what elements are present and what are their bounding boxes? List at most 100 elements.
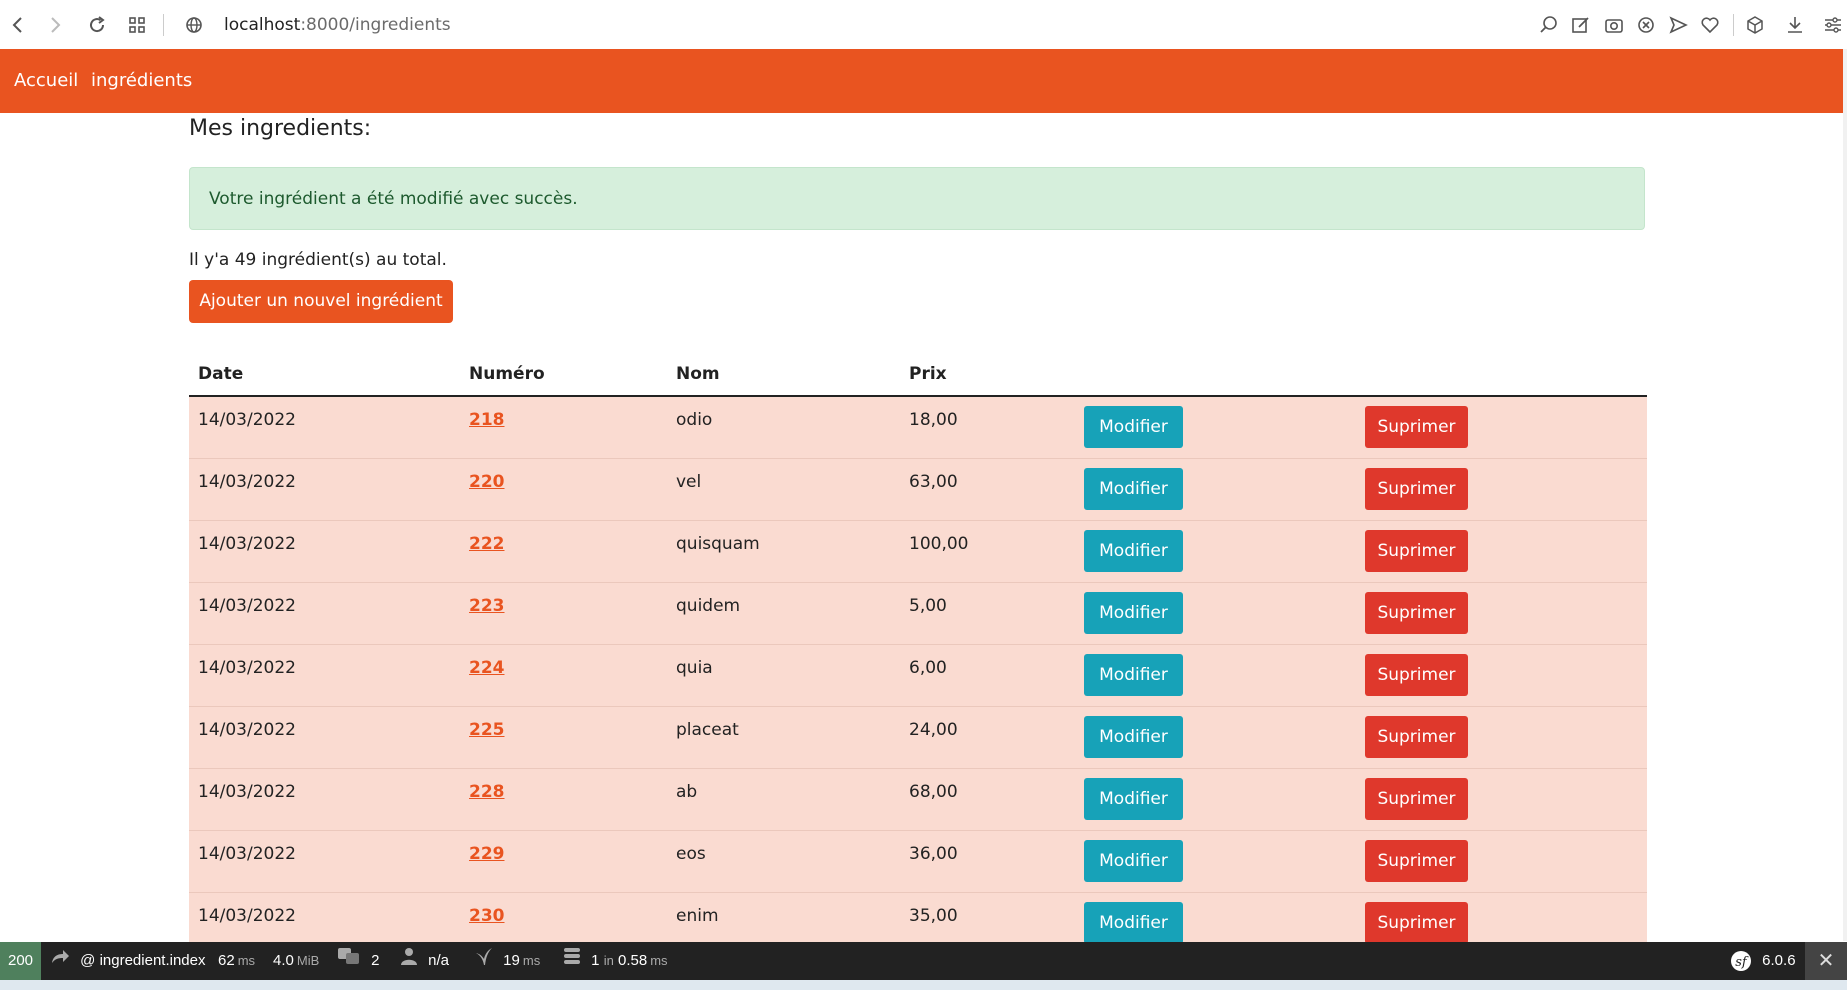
memory-unit: MiB xyxy=(296,953,320,968)
symfony-version: 6.0.6 xyxy=(1762,952,1796,969)
table-row: 14/03/2022 222 quisquam 100,00 Modifier … xyxy=(189,521,1647,583)
db-query-count: 1 xyxy=(591,952,600,969)
cell-nom: odio xyxy=(676,410,713,430)
column-header-date: Date xyxy=(198,364,244,384)
translation-icon xyxy=(337,948,365,969)
cell-prix: 36,00 xyxy=(909,844,958,864)
delete-button[interactable]: Suprimer xyxy=(1365,716,1468,758)
cell-numero-link[interactable]: 220 xyxy=(469,470,505,494)
cell-prix: 63,00 xyxy=(909,472,958,492)
cell-prix: 35,00 xyxy=(909,906,958,926)
cell-date: 14/03/2022 xyxy=(198,472,296,492)
camera-icon[interactable] xyxy=(1603,14,1625,36)
cell-date: 14/03/2022 xyxy=(198,534,296,554)
symfony-logo-icon: sf xyxy=(1730,951,1756,972)
symfony-version-item[interactable]: sf 6.0.6 xyxy=(1730,942,1796,980)
cell-numero-link[interactable]: 218 xyxy=(469,408,505,432)
edit-button[interactable]: Modifier xyxy=(1084,654,1183,696)
cell-date: 14/03/2022 xyxy=(198,782,296,802)
cell-numero-link[interactable]: 229 xyxy=(469,842,505,866)
delete-button[interactable]: Suprimer xyxy=(1365,902,1468,944)
edit-icon[interactable] xyxy=(1570,14,1592,36)
edit-button[interactable]: Modifier xyxy=(1084,468,1183,510)
edit-button[interactable]: Modifier xyxy=(1084,902,1183,944)
close-toolbar-icon[interactable]: ✕ xyxy=(1805,942,1847,980)
cell-numero-link[interactable]: 223 xyxy=(469,594,505,618)
success-alert: Votre ingrédient a été modifié avec succ… xyxy=(189,167,1645,230)
twig-item[interactable]: 19 ms xyxy=(475,942,540,980)
cell-nom: ab xyxy=(676,782,698,802)
app-navbar: Accueil ingrédients xyxy=(0,49,1843,113)
database-icon xyxy=(563,948,585,969)
delete-button[interactable]: Suprimer xyxy=(1365,778,1468,820)
cell-numero-link[interactable]: 230 xyxy=(469,904,505,928)
cell-nom: enim xyxy=(676,906,719,926)
cell-prix: 68,00 xyxy=(909,782,958,802)
nav-link-ingredients[interactable]: ingrédients xyxy=(91,69,192,93)
cell-prix: 6,00 xyxy=(909,658,947,678)
column-header-numero: Numéro xyxy=(469,364,545,384)
address-bar[interactable]: localhost:8000/ingredients xyxy=(224,13,451,37)
user-item[interactable]: n/a xyxy=(400,942,449,980)
edit-button[interactable]: Modifier xyxy=(1084,530,1183,572)
twig-value: 19 xyxy=(503,952,520,969)
url-path: :8000/ingredients xyxy=(300,15,451,35)
send-icon[interactable] xyxy=(1667,14,1689,36)
edit-button[interactable]: Modifier xyxy=(1084,716,1183,758)
table-row: 14/03/2022 224 quia 6,00 Modifier Suprim… xyxy=(189,645,1647,707)
back-icon[interactable] xyxy=(6,13,30,37)
box-icon[interactable] xyxy=(1744,14,1766,36)
delete-button[interactable]: Suprimer xyxy=(1365,530,1468,572)
forward-icon[interactable] xyxy=(43,13,67,37)
delete-button[interactable]: Suprimer xyxy=(1365,840,1468,882)
close-circle-icon[interactable] xyxy=(1635,14,1657,36)
table-row: 14/03/2022 230 enim 35,00 Modifier Supri… xyxy=(189,893,1647,944)
delete-button[interactable]: Suprimer xyxy=(1365,592,1468,634)
add-ingredient-button[interactable]: Ajouter un nouvel ingrédient xyxy=(189,280,453,323)
zoom-icon[interactable] xyxy=(1538,14,1560,36)
browser-toolbar: localhost:8000/ingredients xyxy=(0,0,1847,50)
alert-message: Votre ingrédient a été modifié avec succ… xyxy=(209,189,578,209)
toolbar-separator xyxy=(1733,14,1734,36)
route-item[interactable]: @ ingredient.index xyxy=(50,942,205,980)
delete-button[interactable]: Suprimer xyxy=(1365,654,1468,696)
delete-button[interactable]: Suprimer xyxy=(1365,468,1468,510)
cell-nom: quisquam xyxy=(676,534,760,554)
cell-prix: 24,00 xyxy=(909,720,958,740)
cell-numero-link[interactable]: 225 xyxy=(469,718,505,742)
debug-toolbar: 200 @ ingredient.index 62 ms 4.0 MiB 2 n/a… xyxy=(0,942,1847,980)
db-in-label: in xyxy=(603,953,614,968)
memory-item[interactable]: 4.0 MiB xyxy=(273,942,319,980)
time-item[interactable]: 62 ms xyxy=(218,942,255,980)
user-icon xyxy=(400,948,422,969)
settings-sliders-icon[interactable] xyxy=(1822,14,1844,36)
redirect-arrow-icon xyxy=(50,950,74,969)
status-code-badge[interactable]: 200 xyxy=(0,942,41,980)
cell-numero-link[interactable]: 228 xyxy=(469,780,505,804)
cell-numero-link[interactable]: 222 xyxy=(469,532,505,556)
download-icon[interactable] xyxy=(1784,14,1806,36)
edit-button[interactable]: Modifier xyxy=(1084,778,1183,820)
reload-icon[interactable] xyxy=(85,13,109,37)
cell-nom: quidem xyxy=(676,596,741,616)
toolbar-separator xyxy=(163,14,164,36)
delete-button[interactable]: Suprimer xyxy=(1365,406,1468,448)
cell-date: 14/03/2022 xyxy=(198,596,296,616)
window-bottom-edge xyxy=(0,980,1847,990)
url-host: localhost xyxy=(224,15,301,35)
edit-button[interactable]: Modifier xyxy=(1084,406,1183,448)
twig-unit: ms xyxy=(522,953,541,968)
database-item[interactable]: 1 in 0.58 ms xyxy=(563,942,668,980)
cell-numero-link[interactable]: 224 xyxy=(469,656,505,680)
translation-item[interactable]: 2 xyxy=(337,942,380,980)
table-row: 14/03/2022 223 quidem 5,00 Modifier Supr… xyxy=(189,583,1647,645)
cell-prix: 5,00 xyxy=(909,596,947,616)
table-row: 14/03/2022 225 placeat 24,00 Modifier Su… xyxy=(189,707,1647,769)
heart-icon[interactable] xyxy=(1699,14,1721,36)
edit-button[interactable]: Modifier xyxy=(1084,840,1183,882)
edit-button[interactable]: Modifier xyxy=(1084,592,1183,634)
time-unit: ms xyxy=(237,953,256,968)
nav-link-accueil[interactable]: Accueil xyxy=(14,69,78,93)
scrollbar[interactable] xyxy=(1843,49,1847,941)
tabs-grid-icon[interactable] xyxy=(125,13,149,37)
